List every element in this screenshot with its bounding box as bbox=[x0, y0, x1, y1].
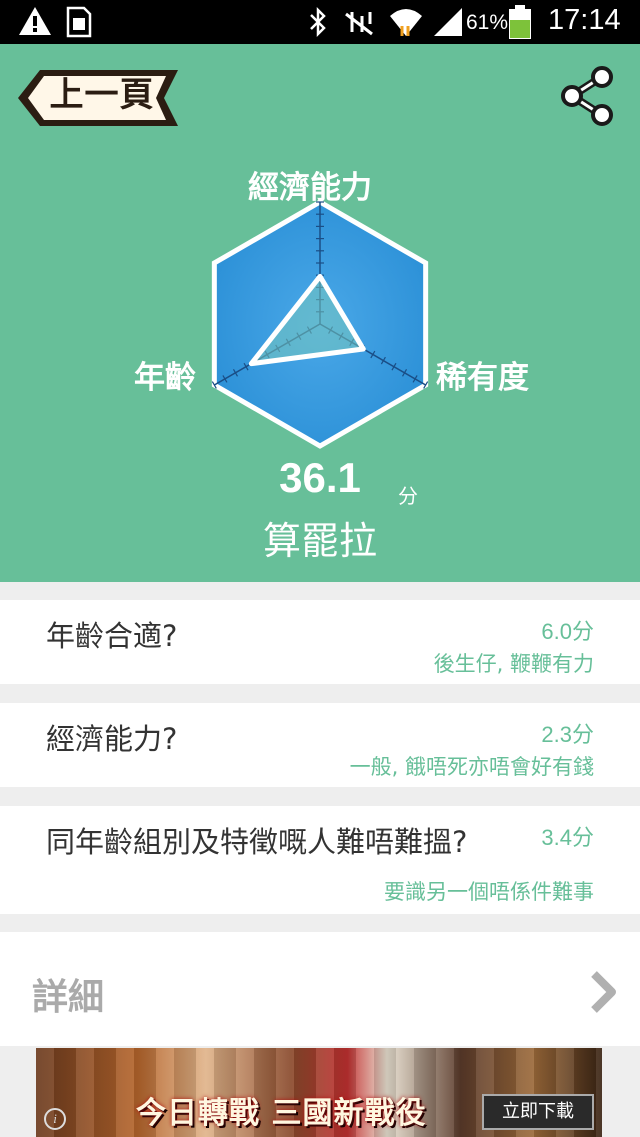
result-header: 上一頁 經濟能力 稀有度 年齡 36.1 分 算罷拉 bbox=[0, 44, 640, 582]
axis-label-economy: 經濟能力 bbox=[248, 170, 372, 206]
info-icon[interactable]: i bbox=[44, 1108, 66, 1130]
axis-label-age: 年齡 bbox=[134, 360, 196, 396]
clock: 17:14 bbox=[548, 4, 621, 36]
sim-icon bbox=[66, 6, 92, 38]
warning-icon bbox=[19, 7, 51, 35]
item-score: 3.4分 bbox=[541, 825, 594, 850]
item-comment: 一般, 餓唔死亦唔會好有錢 bbox=[349, 755, 594, 779]
battery-percent: 61% bbox=[466, 11, 509, 34]
score-unit: 分 bbox=[398, 484, 418, 508]
detail-label: 詳細 bbox=[32, 977, 105, 1018]
ad-title: 今日轉戰 三國新戰役 bbox=[136, 1096, 427, 1131]
item-comment: 要識另一個唔係件難事 bbox=[384, 880, 594, 904]
bluetooth-icon bbox=[310, 6, 326, 38]
item-comment: 後生仔, 鞭鞭有力 bbox=[433, 652, 594, 676]
verdict-text: 算罷拉 bbox=[262, 519, 377, 563]
chevron-right-icon bbox=[591, 971, 616, 1013]
battery-icon bbox=[509, 5, 531, 39]
ad-banner[interactable]: 今日轉戰 三國新戰役 i 立即下載 bbox=[36, 1048, 602, 1137]
mute-icon bbox=[345, 12, 373, 36]
item-score: 6.0分 bbox=[541, 619, 594, 644]
wifi-icon bbox=[390, 9, 422, 36]
item-score: 2.3分 bbox=[541, 722, 594, 747]
radar-chart bbox=[211, 199, 429, 449]
score-value: 36.1 bbox=[279, 454, 361, 501]
status-bar: 61% 17:14 bbox=[0, 0, 640, 44]
item-question: 年齡合適? bbox=[46, 619, 178, 653]
result-item-rarity[interactable]: 同年齡組別及特徵嘅人難唔難搵? 3.4分 要識另一個唔係件難事 bbox=[0, 806, 640, 914]
axis-label-rarity: 稀有度 bbox=[436, 360, 529, 396]
item-question: 同年齡組別及特徵嘅人難唔難搵? bbox=[46, 825, 468, 859]
signal-icon bbox=[434, 8, 462, 36]
ad-download-button[interactable]: 立即下載 bbox=[482, 1094, 594, 1130]
detail-row[interactable]: 詳細 bbox=[0, 932, 640, 1046]
result-item-age[interactable]: 年齡合適? 6.0分 後生仔, 鞭鞭有力 bbox=[0, 600, 640, 684]
item-question: 經濟能力? bbox=[46, 722, 178, 756]
result-item-economy[interactable]: 經濟能力? 2.3分 一般, 餓唔死亦唔會好有錢 bbox=[0, 703, 640, 787]
